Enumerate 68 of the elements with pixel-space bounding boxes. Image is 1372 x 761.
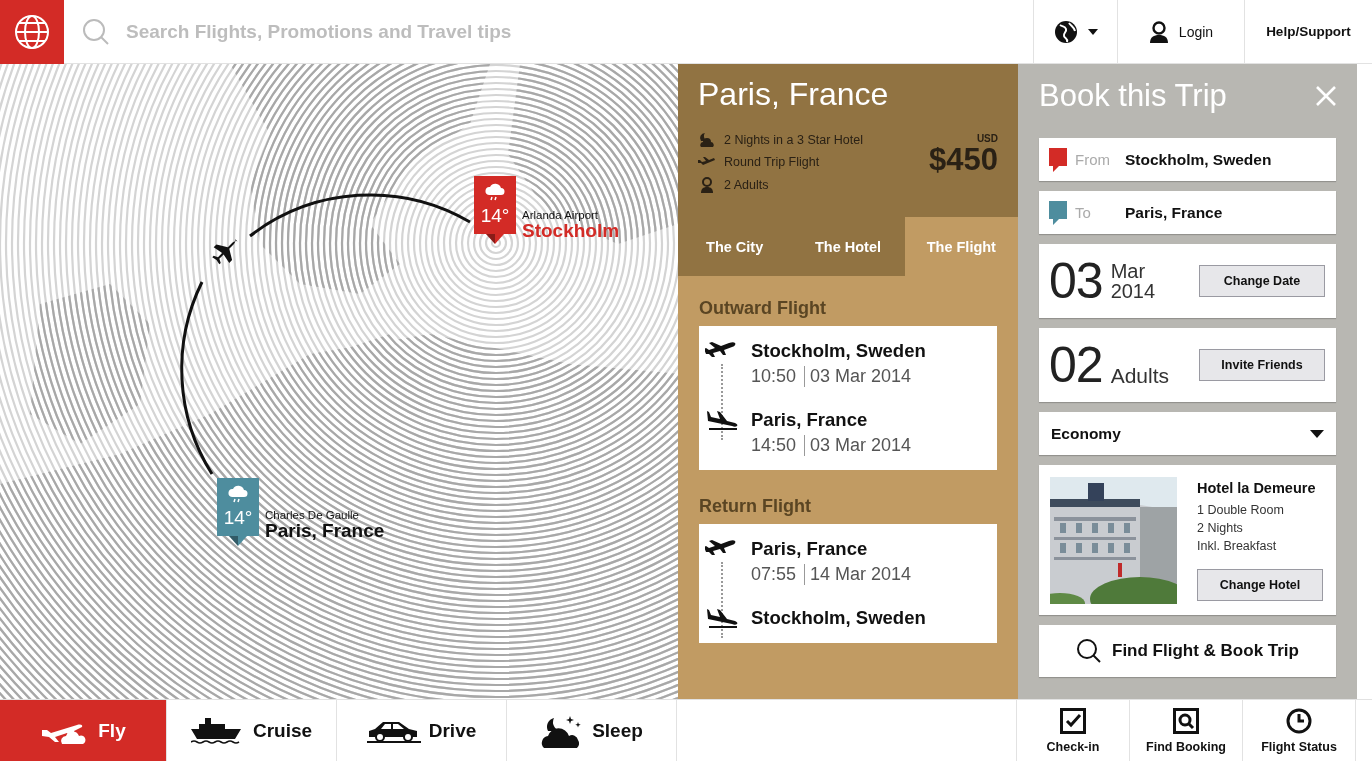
moon-cloud-icon [698, 133, 716, 147]
route-field[interactable]: From Stockholm, Sweden [1039, 138, 1336, 181]
trip-feature: 2 Adults [724, 178, 769, 192]
trip-feature: 2 Nights in a 3 Star Hotel [724, 133, 863, 147]
flight-city: Stockholm, Sweden [751, 340, 926, 362]
flight-time: 10:50 [751, 366, 797, 387]
search-field[interactable]: Search Flights, Promotions and Travel tips [124, 19, 1033, 44]
find-flight-button[interactable]: Find Flight & Book Trip [1039, 625, 1336, 677]
field-label: From [1075, 151, 1111, 168]
city-name: Stockholm [522, 221, 620, 242]
user-icon [1148, 20, 1169, 43]
flight-date: 03 Mar 2014 [804, 366, 912, 387]
airport-name: Arlanda Airport [522, 209, 600, 221]
hotel-detail: Inkl. Breakfast [1197, 537, 1278, 555]
traveller-count: 02 [1049, 336, 1103, 394]
airport-name: Charles De Gaulle [265, 509, 360, 521]
year: 2014 [1110, 281, 1156, 301]
globe-icon [14, 14, 50, 50]
route-field[interactable]: To Paris, France [1039, 191, 1336, 234]
month: Mar [1110, 261, 1147, 281]
field-label: To [1075, 204, 1092, 221]
hotel-name: Hotel la Demeure [1197, 479, 1317, 496]
flight-time: 14:50 [751, 435, 797, 456]
airplane-icon [698, 157, 716, 167]
caret-icon [1087, 28, 1098, 35]
flight-time: 07:55 [751, 564, 797, 585]
currency: USD [976, 133, 998, 144]
globe-icon [1053, 19, 1078, 44]
clock-icon [1286, 707, 1312, 734]
flight-city: Paris, France [751, 538, 869, 560]
flight-date: 14 Mar 2014 [804, 564, 912, 585]
landing-icon [705, 607, 739, 629]
change-date-button[interactable]: Change Date [1199, 265, 1325, 297]
day-number: 03 [1049, 252, 1103, 310]
tab[interactable]: The City [678, 217, 792, 276]
rain-cloud-icon [484, 183, 506, 201]
destination-title: Paris, France [698, 76, 890, 113]
price: $450 [929, 144, 998, 175]
landing-icon [705, 409, 739, 431]
flight-city: Paris, France [751, 409, 869, 431]
flight-city: Stockholm, Sweden [751, 607, 926, 629]
logo[interactable] [0, 0, 64, 64]
panel-title: Book this Trip [1039, 78, 1227, 114]
caret-icon [1310, 429, 1324, 438]
hotel-detail: 1 Double Room [1197, 501, 1285, 519]
search-icon [82, 17, 110, 46]
search-icon [1076, 638, 1102, 664]
tab[interactable]: The Hotel [791, 217, 905, 276]
close-icon [1316, 86, 1336, 106]
field-value: Stockholm, Sweden [1125, 150, 1272, 169]
change-hotel-button[interactable]: Change Hotel [1197, 568, 1323, 601]
city-name: Paris, France [265, 521, 385, 542]
search-document-icon [1173, 707, 1199, 734]
class-dropdown[interactable]: Economy [1039, 412, 1336, 455]
hotel-detail: 2 Nights [1197, 519, 1244, 537]
section-heading: Outward Flight [699, 298, 827, 319]
section-heading: Return Flight [699, 496, 812, 517]
trip-feature: Round Trip Flight [724, 155, 820, 169]
rain-cloud-icon [227, 485, 249, 503]
travel-mode-tab[interactable]: Fly [0, 700, 167, 761]
temperature: 14° [223, 507, 253, 529]
checkbox-icon [1060, 707, 1086, 734]
field-value: Paris, France [1125, 203, 1223, 222]
flight-date: 03 Mar 2014 [804, 435, 912, 456]
temperature: 14° [480, 205, 510, 227]
invite-friends-button[interactable]: Invite Friends [1199, 349, 1325, 381]
person-icon [698, 177, 716, 193]
traveller-unit: Adults [1110, 364, 1169, 388]
